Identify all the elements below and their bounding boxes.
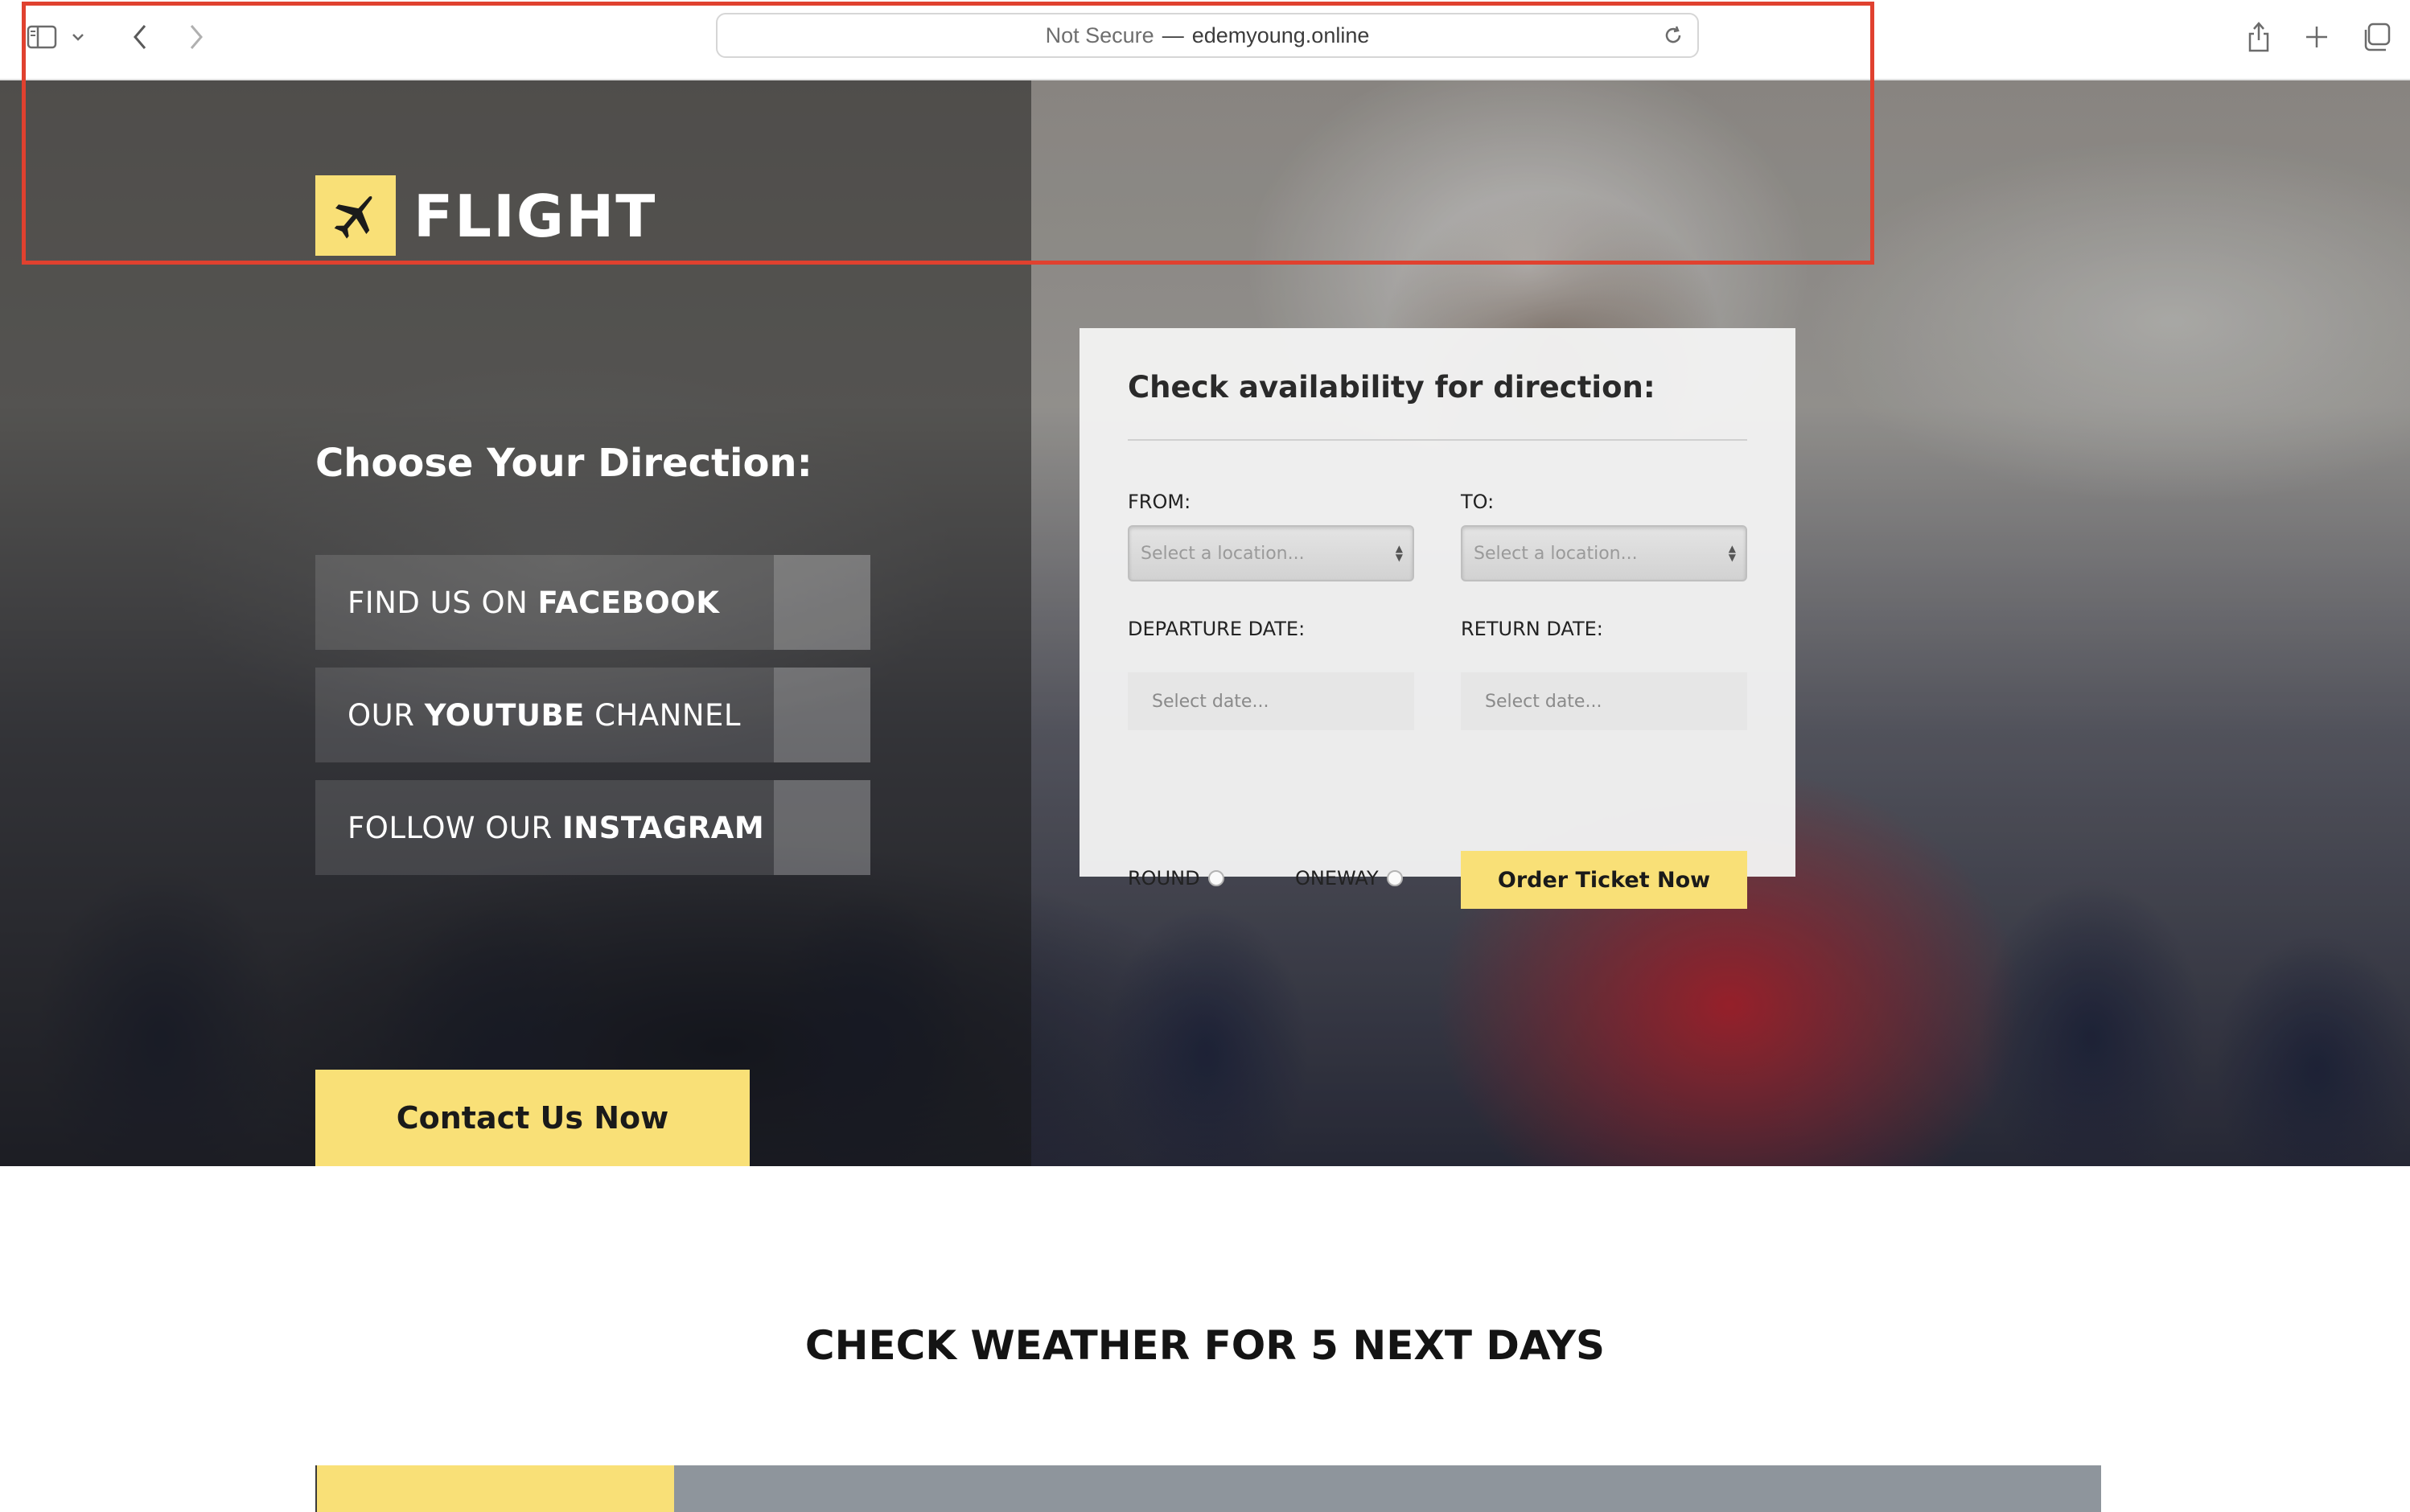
instagram-link-bold: INSTAGRAM <box>561 810 765 845</box>
new-tab-icon[interactable] <box>2297 18 2336 56</box>
hero-section: FLIGHT Choose Your Direction: FIND US ON… <box>0 80 2410 1166</box>
weather-tab-active[interactable] <box>315 1465 674 1512</box>
from-label: FROM: <box>1128 491 1191 513</box>
url-domain: edemyoung.online <box>1191 23 1370 47</box>
chevron-down-icon[interactable] <box>66 18 90 56</box>
sidebar-icon[interactable] <box>23 18 61 56</box>
reload-icon[interactable] <box>1662 24 1684 52</box>
booking-divider <box>1128 439 1747 441</box>
departure-date-placeholder: Select date... <box>1152 691 1269 712</box>
youtube-link-accent <box>774 668 870 762</box>
order-ticket-button[interactable]: Order Ticket Now <box>1461 851 1747 909</box>
return-date-label: RETURN DATE: <box>1461 618 1603 640</box>
weather-section-title: CHECK WEATHER FOR 5 NEXT DAYS <box>804 1322 1606 1369</box>
tabs-overview-icon[interactable] <box>2357 18 2396 56</box>
weather-tab-bar <box>674 1465 2101 1512</box>
youtube-link-bold: YOUTUBE <box>424 697 585 733</box>
to-select[interactable]: Select a location... ▲ ▼ <box>1461 525 1747 581</box>
return-date-input[interactable]: Select date... <box>1461 672 1747 730</box>
round-trip-option[interactable]: ROUND <box>1128 867 1224 890</box>
instagram-link[interactable]: FOLLOW OUR INSTAGRAM <box>315 780 870 875</box>
from-select[interactable]: Select a location... ▲ ▼ <box>1128 525 1414 581</box>
choose-direction-title: Choose Your Direction: <box>315 441 812 486</box>
to-select-value: Select a location... <box>1474 543 1638 564</box>
select-arrows-icon: ▲ ▼ <box>1728 543 1736 563</box>
back-icon[interactable] <box>121 18 159 56</box>
youtube-link-prefix: OUR <box>348 697 425 733</box>
oneway-option[interactable]: ONEWAY <box>1295 867 1403 890</box>
contact-us-button[interactable]: Contact Us Now <box>315 1070 750 1166</box>
url-separator: — <box>1162 23 1184 47</box>
forward-icon[interactable] <box>177 18 216 56</box>
to-label: TO: <box>1461 491 1495 513</box>
security-label: Not Secure <box>1045 23 1154 47</box>
youtube-link-suffix: CHANNEL <box>584 697 741 733</box>
instagram-link-accent <box>774 780 870 875</box>
from-select-value: Select a location... <box>1141 543 1305 564</box>
youtube-link[interactable]: OUR YOUTUBE CHANNEL <box>315 668 870 762</box>
address-bar[interactable]: Not Secure — edemyoung.online <box>716 13 1699 58</box>
browser-toolbar: Not Secure — edemyoung.online <box>0 0 2410 80</box>
departure-date-input[interactable]: Select date... <box>1128 672 1414 730</box>
brand-name[interactable]: FLIGHT <box>413 177 656 256</box>
plane-logo-icon[interactable] <box>315 175 396 256</box>
round-trip-label: ROUND <box>1128 867 1200 890</box>
facebook-link-accent <box>774 555 870 650</box>
booking-title: Check availability for direction: <box>1128 370 1655 405</box>
round-trip-radio[interactable] <box>1207 870 1224 886</box>
booking-panel: Check availability for direction: FROM: … <box>1080 328 1795 909</box>
facebook-link-prefix: FIND US ON <box>348 585 538 620</box>
facebook-link-bold: FACEBOOK <box>537 585 720 620</box>
oneway-label: ONEWAY <box>1295 867 1379 890</box>
departure-date-label: DEPARTURE DATE: <box>1128 618 1306 640</box>
oneway-radio[interactable] <box>1386 870 1403 886</box>
select-arrows-icon: ▲ ▼ <box>1395 543 1403 563</box>
return-date-placeholder: Select date... <box>1485 691 1602 712</box>
instagram-link-prefix: FOLLOW OUR <box>348 810 562 845</box>
share-icon[interactable] <box>2239 18 2278 56</box>
weather-bar-edge <box>315 1465 317 1512</box>
facebook-link[interactable]: FIND US ON FACEBOOK <box>315 555 870 650</box>
